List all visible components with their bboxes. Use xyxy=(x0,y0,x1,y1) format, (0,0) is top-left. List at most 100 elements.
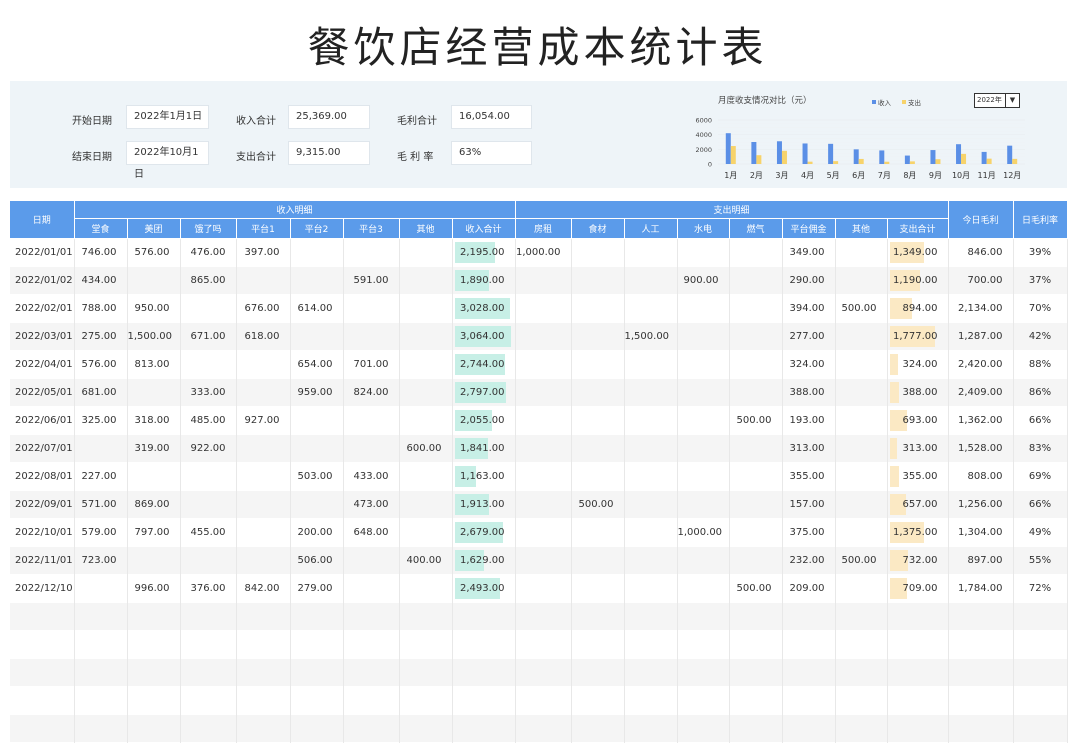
empty-cell xyxy=(624,630,678,659)
income-cell xyxy=(399,462,453,491)
expense-cell xyxy=(571,350,625,379)
income-total-value: 2,195.00 xyxy=(459,247,505,258)
expense-cell: 349.00 xyxy=(782,238,836,267)
empty-cell xyxy=(782,686,836,715)
start-date-field[interactable]: 2022年1月1日 xyxy=(126,105,209,129)
year-select[interactable]: 2022年 ▼ xyxy=(974,93,1020,108)
expense-cell xyxy=(624,462,678,491)
table-row: 2022/12/10 996.00 376.00 842.00 279.00 2,493.… xyxy=(10,574,1068,603)
income-total-value: 1,629.00 xyxy=(459,555,505,566)
income-cell: 654.00 xyxy=(290,350,344,379)
income-group-header: 收入明细 xyxy=(74,201,516,219)
empty-cell xyxy=(515,686,572,715)
income-total-value: 1,841.00 xyxy=(459,443,505,454)
date-cell: 2022/05/01 xyxy=(10,378,75,407)
expense-cell xyxy=(677,462,730,491)
expense-cell xyxy=(729,266,783,295)
expense-total-value: 709.00 xyxy=(902,583,938,594)
expense-cell xyxy=(729,490,783,519)
bar-income xyxy=(879,150,885,164)
expense-cell: 500.00 xyxy=(835,294,888,323)
bar-income xyxy=(904,155,910,164)
expense-cell xyxy=(624,434,678,463)
expense-cell xyxy=(571,434,625,463)
income-cell: 279.00 xyxy=(290,574,344,603)
income-col-header: 收入合计 xyxy=(452,218,516,239)
expense-col-header: 人工 xyxy=(624,218,678,239)
expense-cell xyxy=(677,378,730,407)
table-row: 2022/04/01 576.00 813.00 654.00 701.00 2,744.… xyxy=(10,350,1068,379)
empty-cell xyxy=(399,686,453,715)
empty-cell xyxy=(127,658,181,687)
bar-expense xyxy=(781,150,787,164)
table-row: 2022/06/01 325.00 318.00 485.00 927.00 2,055.… xyxy=(10,406,1068,435)
expense-cell xyxy=(515,574,572,603)
daily-profit-cell: 1,256.00 xyxy=(948,490,1014,519)
expense-cell xyxy=(835,434,888,463)
income-cell xyxy=(127,266,181,295)
empty-cell xyxy=(887,686,949,715)
empty-cell xyxy=(399,602,453,631)
empty-cell xyxy=(515,714,572,743)
daily-rate-cell: 69% xyxy=(1013,462,1068,491)
empty-cell xyxy=(399,630,453,659)
income-total-field: 25,369.00 xyxy=(288,105,370,129)
empty-cell xyxy=(74,714,128,743)
empty-row xyxy=(10,630,1068,659)
expense-cell xyxy=(624,378,678,407)
income-cell: 869.00 xyxy=(127,490,181,519)
empty-cell xyxy=(677,630,730,659)
empty-cell xyxy=(1013,602,1068,631)
income-cell xyxy=(236,546,291,575)
income-cell: 576.00 xyxy=(127,238,181,267)
bar-income xyxy=(1007,145,1013,164)
expense-cell: 355.00 xyxy=(782,462,836,491)
bar-expense xyxy=(858,158,864,164)
empty-cell xyxy=(677,658,730,687)
income-cell xyxy=(399,350,453,379)
daily-profit-cell: 808.00 xyxy=(948,462,1014,491)
empty-cell xyxy=(677,714,730,743)
bar-income xyxy=(930,150,936,164)
expense-cell xyxy=(624,350,678,379)
dropdown-arrow-icon[interactable]: ▼ xyxy=(1005,94,1019,107)
x-tick-label: 2月 xyxy=(750,171,763,180)
income-cell: 400.00 xyxy=(399,546,453,575)
expense-total-cell: 1,349.00 xyxy=(887,238,949,267)
income-cell: 473.00 xyxy=(343,490,400,519)
expense-cell: 388.00 xyxy=(782,378,836,407)
expense-total-cell: 732.00 xyxy=(887,546,949,575)
date-cell: 2022/02/01 xyxy=(10,294,75,323)
income-cell: 842.00 xyxy=(236,574,291,603)
daily-profit-cell: 897.00 xyxy=(948,546,1014,575)
profit-rate-label: 毛 利 率 xyxy=(397,152,434,163)
income-cell xyxy=(343,294,400,323)
income-cell xyxy=(180,462,237,491)
expense-cell: 500.00 xyxy=(729,406,783,435)
end-date-field[interactable]: 2022年10月1日 xyxy=(126,141,209,180)
bar-income xyxy=(828,143,834,164)
income-cell xyxy=(343,322,400,351)
empty-cell xyxy=(127,714,181,743)
expense-total-value: 1,375.00 xyxy=(893,527,938,538)
expense-cell xyxy=(624,518,678,547)
income-cell xyxy=(343,406,400,435)
table-row: 2022/11/01 723.00 506.00 400.00 1,629.00 232.… xyxy=(10,546,1068,575)
income-cell xyxy=(343,434,400,463)
expense-total-cell: 1,777.00 xyxy=(887,322,949,351)
income-total-value: 3,064.00 xyxy=(459,331,505,342)
income-col-header: 饿了吗 xyxy=(180,218,237,239)
expense-cell xyxy=(677,322,730,351)
income-cell xyxy=(236,350,291,379)
empty-cell xyxy=(835,630,888,659)
income-cell: 600.00 xyxy=(399,434,453,463)
expense-cell xyxy=(624,294,678,323)
empty-cell xyxy=(343,714,400,743)
x-tick-label: 10月 xyxy=(952,171,970,180)
income-cell xyxy=(399,574,453,603)
income-cell xyxy=(74,574,128,603)
bar-income xyxy=(981,151,987,164)
empty-cell xyxy=(835,658,888,687)
income-cell xyxy=(399,406,453,435)
empty-cell xyxy=(74,658,128,687)
